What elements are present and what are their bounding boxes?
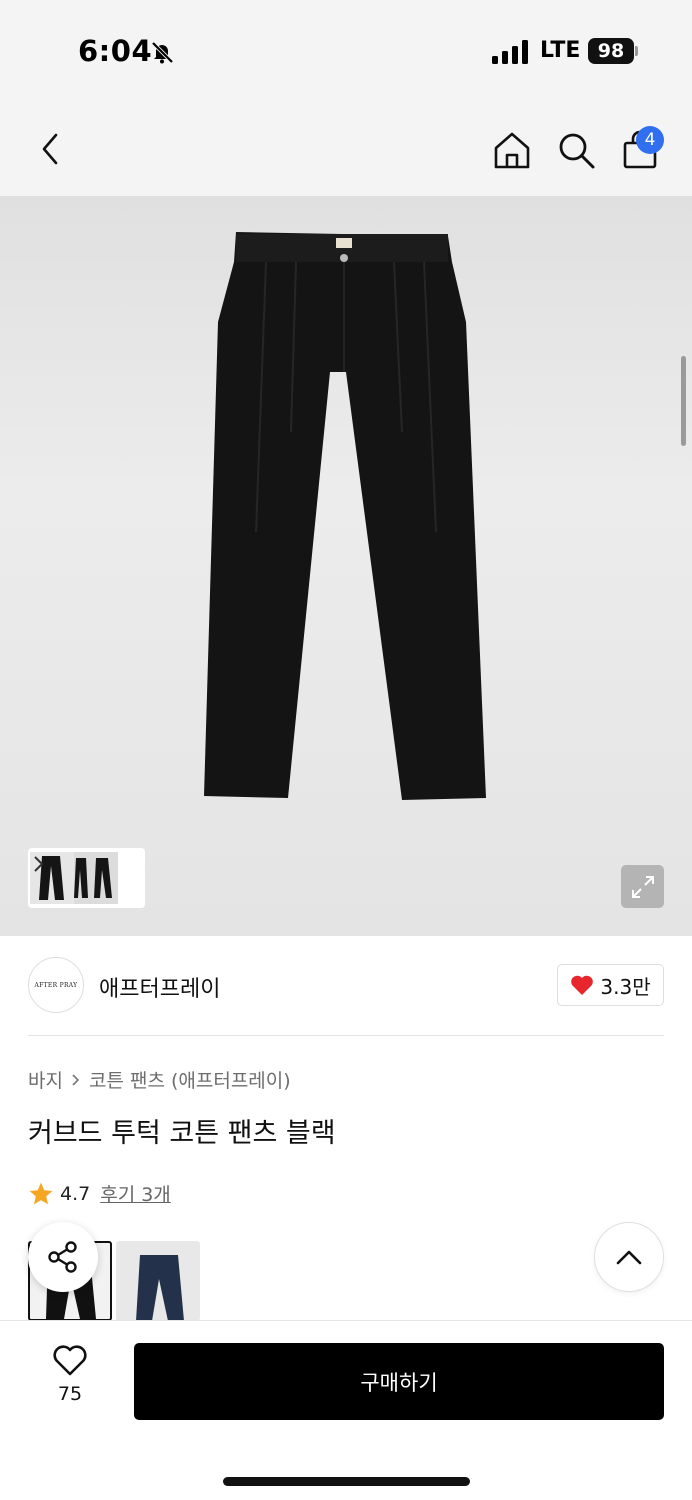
heart-outline-icon xyxy=(53,1345,87,1376)
swatch-navy-image xyxy=(136,1255,184,1321)
cart-count-badge: 4 xyxy=(636,126,664,154)
bottom-purchase-bar: 75 구매하기 xyxy=(0,1320,692,1500)
star-icon xyxy=(29,1182,53,1204)
brand-row[interactable]: AFTER PRAY 애프터프레이 3.3만 xyxy=(0,936,692,1036)
chevron-left-icon xyxy=(42,133,58,165)
product-title: 커브드 투턱 코튼 팬츠 블랙 xyxy=(28,1118,336,1149)
brand-like-button[interactable]: 3.3만 xyxy=(557,964,664,1006)
wishlist-count: 75 xyxy=(57,1383,83,1405)
status-bar: 6:04 LTE 98 xyxy=(0,0,692,100)
review-link[interactable]: 후기 3개 xyxy=(100,1180,171,1207)
brand-like-count: 3.3만 xyxy=(600,974,651,999)
expand-image-button[interactable] xyxy=(621,865,664,908)
battery-level: 98 xyxy=(588,38,634,64)
bell-slash-icon xyxy=(151,41,174,64)
product-image-gallery[interactable] xyxy=(0,196,692,936)
image-scroll-indicator xyxy=(681,356,686,446)
brand-logo[interactable]: AFTER PRAY xyxy=(28,957,84,1013)
expand-icon xyxy=(631,875,654,898)
top-navigation xyxy=(0,100,692,196)
chevron-right-icon xyxy=(34,856,44,872)
battery-tip xyxy=(635,46,638,56)
back-button[interactable] xyxy=(26,125,74,173)
brand-name[interactable]: 애프터프레이 xyxy=(99,971,220,1003)
home-button[interactable] xyxy=(488,126,536,174)
chevron-right-icon xyxy=(72,1073,80,1086)
product-image xyxy=(204,232,486,800)
thumbnail-strip-button[interactable] xyxy=(28,848,145,908)
buy-button[interactable]: 구매하기 xyxy=(134,1343,664,1420)
divider xyxy=(28,1035,664,1036)
share-button[interactable] xyxy=(28,1222,98,1292)
rating-value: 4.7 xyxy=(60,1182,91,1205)
chevron-up-icon xyxy=(616,1250,642,1265)
status-time: 6:04 xyxy=(78,34,153,68)
signal-icon xyxy=(492,40,528,64)
color-swatch-navy[interactable] xyxy=(116,1241,200,1321)
breadcrumb: 바지 코튼 팬츠 (애프터프레이) xyxy=(28,1066,291,1093)
rating-row: 4.7 후기 3개 xyxy=(28,1180,171,1207)
share-icon xyxy=(48,1241,77,1273)
search-icon xyxy=(559,133,595,169)
wishlist-button[interactable]: 75 xyxy=(36,1345,104,1421)
scroll-to-top-button[interactable] xyxy=(594,1222,664,1292)
network-type: LTE xyxy=(540,38,581,63)
search-button[interactable] xyxy=(552,126,600,174)
home-indicator xyxy=(223,1477,470,1486)
breadcrumb-subcategory[interactable]: 코튼 팬츠 (애프터프레이) xyxy=(89,1066,291,1093)
home-icon xyxy=(494,132,530,169)
breadcrumb-category[interactable]: 바지 xyxy=(28,1066,63,1093)
heart-filled-icon xyxy=(571,975,594,995)
